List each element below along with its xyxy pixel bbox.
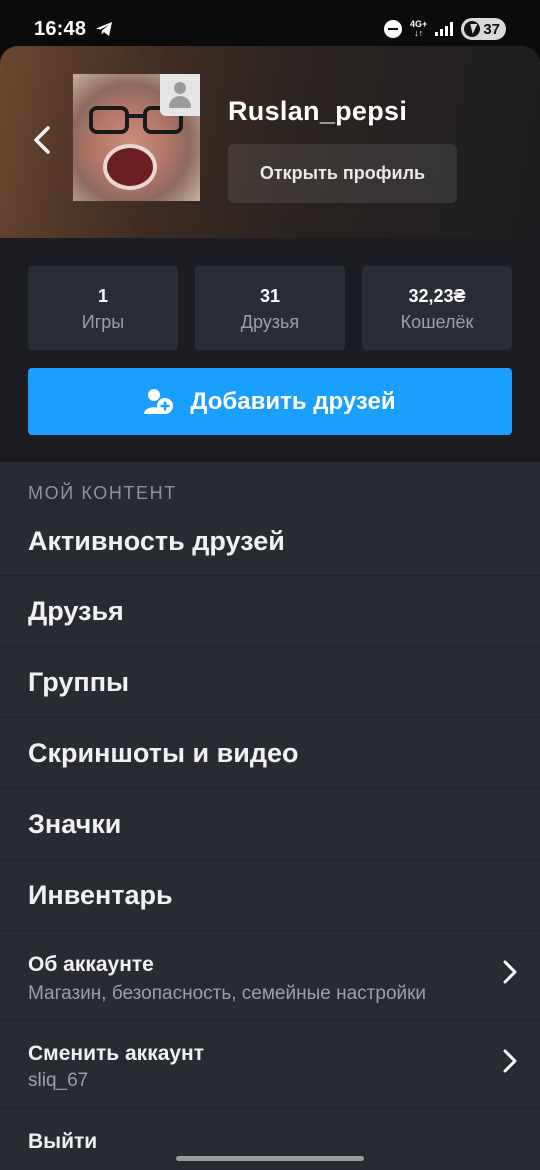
avatar[interactable] — [73, 74, 200, 201]
telegram-icon — [96, 22, 113, 36]
menu-item-account[interactable]: Об аккаунте Магазин, безопасность, семей… — [0, 931, 540, 1020]
logout-title: Выйти — [28, 1130, 98, 1153]
username: Ruslan_pepsi — [228, 96, 408, 126]
add-user-icon — [144, 388, 174, 414]
stat-label: Игры — [81, 312, 125, 332]
signal-icon — [435, 22, 454, 36]
stat-value: 1 — [97, 286, 108, 306]
menu-item-label: Инвентарь — [28, 880, 173, 910]
account-subtitle: Магазин, безопасность, семейные настройк… — [28, 983, 427, 1004]
switch-account-title: Сменить аккаунт — [28, 1042, 205, 1065]
switch-account-subtitle: sliq_67 — [28, 1070, 89, 1091]
account-title: Об аккаунте — [28, 953, 154, 976]
add-friends-label: Добавить друзей — [190, 387, 396, 415]
charging-icon — [464, 21, 481, 37]
stat-games[interactable]: 1 Игры — [28, 266, 178, 350]
stats-panel: 1 Игры 31 Друзья 32,23₴ Кошелёк Добавить… — [0, 238, 540, 462]
status-time: 16:48 — [34, 17, 87, 40]
chevron-right-icon — [503, 1049, 517, 1073]
menu-item-label: Группы — [28, 667, 130, 697]
stat-wallet[interactable]: 32,23₴ Кошелёк — [362, 266, 512, 350]
menu-item-label: Друзья — [28, 596, 124, 626]
my-content-list: МОЙ КОНТЕНТ Активность друзей Друзья Гру… — [0, 462, 540, 1170]
open-profile-button[interactable]: Открыть профиль — [228, 144, 457, 203]
stat-friends[interactable]: 31 Друзья — [195, 266, 345, 350]
menu-item-label: Значки — [28, 809, 122, 839]
menu-item-groups[interactable]: Группы — [0, 647, 540, 718]
battery-level: 37 — [483, 20, 500, 38]
chevron-right-icon — [503, 960, 517, 984]
stat-label: Кошелёк — [400, 312, 474, 332]
add-friends-button[interactable]: Добавить друзей — [28, 368, 512, 435]
menu-item-friends[interactable]: Друзья — [0, 576, 540, 647]
do-not-disturb-icon — [384, 20, 403, 38]
menu-item-label: Скриншоты и видео — [28, 738, 299, 768]
back-arrow-icon[interactable] — [28, 122, 56, 158]
section-title: МОЙ КОНТЕНТ — [28, 483, 177, 503]
menu-item-badges[interactable]: Значки — [0, 789, 540, 860]
network-indicator: 4G+ ↓↑ — [410, 19, 428, 38]
avatar-mouth — [103, 144, 157, 190]
menu-item-switch-account[interactable]: Сменить аккаунт sliq_67 — [0, 1020, 540, 1108]
menu-item-screenshots[interactable]: Скриншоты и видео — [0, 718, 540, 789]
home-indicator[interactable] — [176, 1156, 364, 1161]
stat-label: Друзья — [240, 312, 300, 332]
menu-item-label: Активность друзей — [28, 526, 285, 556]
battery-icon: 37 — [461, 18, 506, 40]
stat-value: 31 — [259, 286, 281, 306]
profile-badge-icon — [160, 74, 200, 116]
menu-item-inventory[interactable]: Инвентарь — [0, 860, 540, 931]
menu-item-friends-activity[interactable]: Активность друзей — [0, 512, 540, 576]
stat-value: 32,23₴ — [408, 286, 466, 306]
profile-header: Ruslan_pepsi Открыть профиль — [0, 46, 540, 238]
